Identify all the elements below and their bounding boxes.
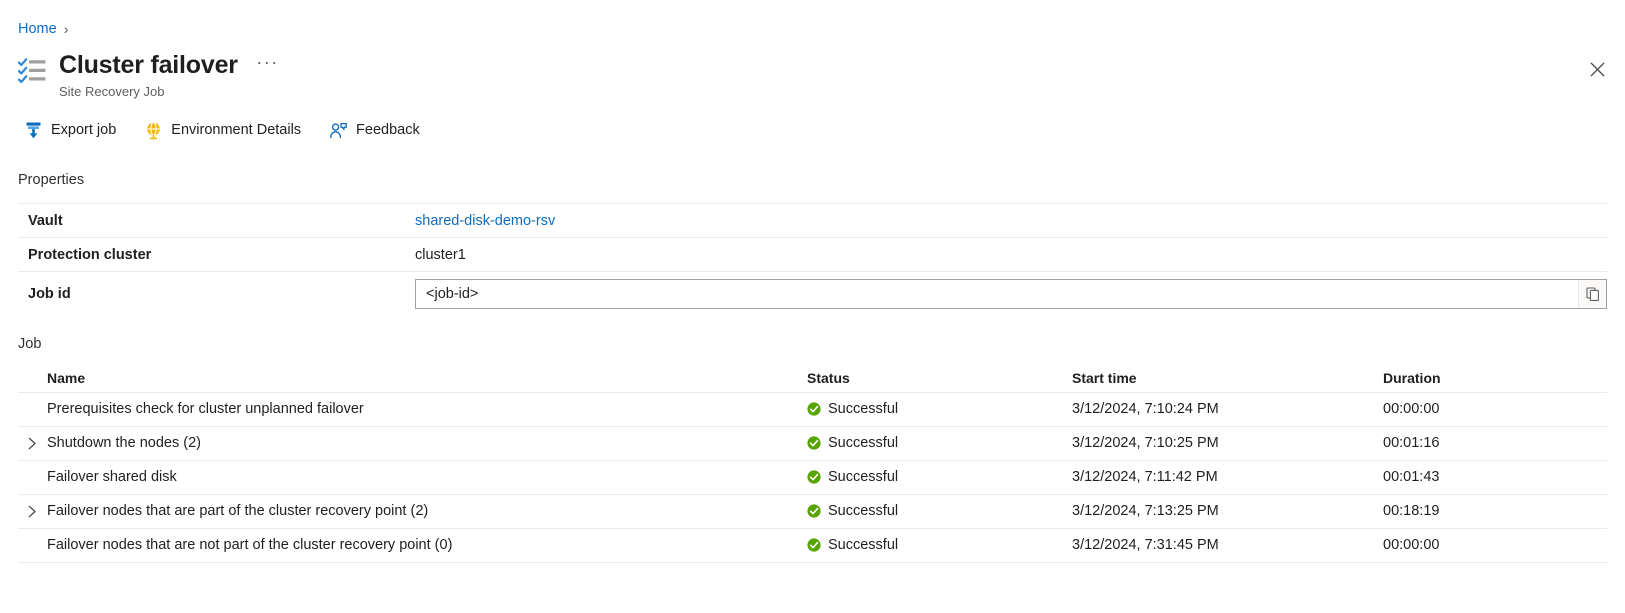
column-header-name[interactable]: Name: [18, 364, 807, 392]
globe-icon: [144, 121, 163, 140]
export-job-label: Export job: [51, 120, 116, 140]
status-badge: Successful: [828, 435, 898, 451]
properties-row-vault: Vault shared-disk-demo-rsv: [18, 204, 1607, 238]
success-check-icon: [807, 470, 821, 484]
job-cell-name: Failover nodes that are not part of the …: [18, 528, 807, 562]
job-cell-start-time: 3/12/2024, 7:10:25 PM: [1072, 426, 1383, 460]
export-job-button[interactable]: Export job: [20, 117, 120, 143]
command-bar: Export job Environment Details Feedback: [20, 117, 424, 143]
properties-section-heading: Properties: [18, 170, 84, 190]
properties-label-job-id: Job id: [18, 272, 415, 316]
status-badge: Successful: [828, 401, 898, 417]
job-step-name: Failover nodes that are not part of the …: [45, 537, 452, 553]
table-row[interactable]: Failover shared disk Successful 3/12/2024,…: [18, 460, 1607, 494]
job-cell-start-time: 3/12/2024, 7:13:25 PM: [1072, 494, 1383, 528]
environment-details-label: Environment Details: [171, 120, 301, 140]
job-step-name: Shutdown the nodes (2): [45, 435, 201, 451]
job-cell-duration: 00:00:00: [1383, 528, 1607, 562]
success-check-icon: [807, 402, 821, 416]
job-cell-name: Shutdown the nodes (2): [18, 426, 807, 460]
properties-value-protection-cluster: cluster1: [415, 238, 1607, 272]
feedback-label: Feedback: [356, 120, 420, 140]
job-cell-start-time: 3/12/2024, 7:31:45 PM: [1072, 528, 1383, 562]
feedback-button[interactable]: Feedback: [325, 117, 424, 143]
page-subtitle: Site Recovery Job: [59, 83, 279, 100]
job-id-input[interactable]: [416, 280, 1578, 308]
success-check-icon: [807, 436, 821, 450]
job-step-name: Failover nodes that are part of the clus…: [45, 503, 428, 519]
job-cell-name: Failover nodes that are part of the clus…: [18, 494, 807, 528]
job-cell-status: Successful: [807, 392, 1072, 426]
copy-job-id-button[interactable]: [1578, 280, 1606, 308]
success-check-icon: [807, 504, 821, 518]
export-job-icon: [24, 121, 43, 140]
success-check-icon: [807, 538, 821, 552]
copy-icon: [1586, 287, 1600, 301]
job-cell-name: Failover shared disk: [18, 460, 807, 494]
job-id-field: [415, 279, 1607, 309]
job-cell-status: Successful: [807, 460, 1072, 494]
job-cell-status: Successful: [807, 494, 1072, 528]
properties-label-protection-cluster: Protection cluster: [18, 238, 415, 272]
breadcrumb: Home ›: [18, 20, 68, 38]
feedback-person-icon: [329, 121, 348, 140]
properties-row-protection-cluster: Protection cluster cluster1: [18, 238, 1607, 272]
properties-label-vault: Vault: [18, 204, 415, 238]
column-header-status[interactable]: Status: [807, 364, 1072, 392]
status-badge: Successful: [828, 537, 898, 553]
status-badge: Successful: [828, 469, 898, 485]
expand-chevron-icon[interactable]: [27, 505, 45, 518]
properties-value-vault: shared-disk-demo-rsv: [415, 204, 1607, 238]
more-options-button[interactable]: ···: [256, 53, 278, 71]
job-step-name: Failover shared disk: [45, 469, 177, 485]
page-title: Cluster failover: [59, 50, 238, 80]
job-cell-start-time: 3/12/2024, 7:11:42 PM: [1072, 460, 1383, 494]
job-cell-status: Successful: [807, 426, 1072, 460]
breadcrumb-item-home[interactable]: Home: [18, 20, 57, 38]
vault-link[interactable]: shared-disk-demo-rsv: [415, 213, 555, 229]
expand-chevron-icon[interactable]: [27, 437, 45, 450]
properties-table: Vault shared-disk-demo-rsv Protection cl…: [18, 203, 1607, 316]
column-header-start-time[interactable]: Start time: [1072, 364, 1383, 392]
properties-row-job-id: Job id: [18, 272, 1607, 316]
breadcrumb-separator-icon: ›: [64, 20, 69, 38]
table-row[interactable]: Failover nodes that are not part of the …: [18, 528, 1607, 562]
job-cell-status: Successful: [807, 528, 1072, 562]
job-cell-duration: 00:18:19: [1383, 494, 1607, 528]
job-table-header-row: Name Status Start time Duration: [18, 364, 1607, 392]
checklist-icon: [18, 56, 48, 86]
page-header: Cluster failover ··· Site Recovery Job: [18, 50, 279, 100]
table-row[interactable]: Shutdown the nodes (2) Successful 3/12/202…: [18, 426, 1607, 460]
close-icon: [1590, 62, 1605, 77]
job-cell-duration: 00:01:43: [1383, 460, 1607, 494]
job-step-name: Prerequisites check for cluster unplanne…: [45, 401, 364, 417]
environment-details-button[interactable]: Environment Details: [140, 117, 305, 143]
properties-value-job-id: [415, 272, 1607, 316]
status-badge: Successful: [828, 503, 898, 519]
table-row[interactable]: Failover nodes that are part of the clus…: [18, 494, 1607, 528]
job-cell-duration: 00:01:16: [1383, 426, 1607, 460]
job-section-heading: Job: [18, 334, 41, 354]
job-cell-start-time: 3/12/2024, 7:10:24 PM: [1072, 392, 1383, 426]
column-header-duration[interactable]: Duration: [1383, 364, 1607, 392]
table-row[interactable]: Prerequisites check for cluster unplanne…: [18, 392, 1607, 426]
close-button[interactable]: [1581, 53, 1613, 85]
job-steps-table: Name Status Start time Duration Prerequi…: [18, 364, 1607, 563]
job-cell-name: Prerequisites check for cluster unplanne…: [18, 392, 807, 426]
job-cell-duration: 00:00:00: [1383, 392, 1607, 426]
